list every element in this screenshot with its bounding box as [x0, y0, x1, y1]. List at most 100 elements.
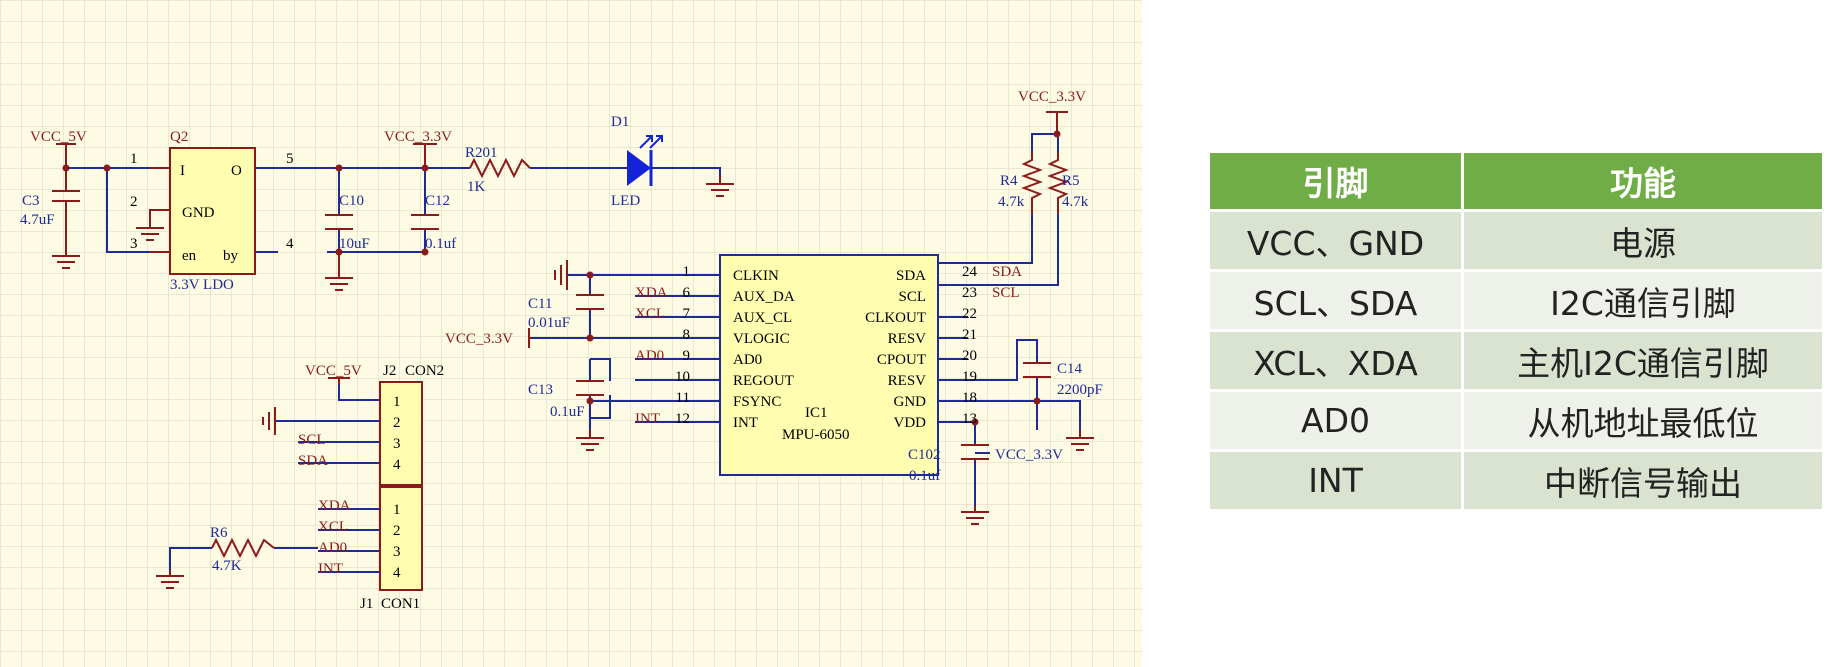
- r6-value: 4.7K: [212, 558, 242, 574]
- c14-value: 2200pF: [1057, 382, 1103, 398]
- ldo-pin-by: by: [223, 248, 239, 264]
- j1-pin-number: 4: [393, 565, 401, 581]
- ic1-pin-net-label: XDA: [635, 285, 668, 301]
- j2-net-label: SCL: [298, 432, 326, 448]
- c14-ref: C14: [1057, 361, 1083, 377]
- d1-ref: D1: [611, 114, 629, 130]
- ic1-pin-number: 23: [962, 285, 977, 301]
- ic1-pin-name: CLKIN: [733, 268, 779, 284]
- ic1-pin-name: AUX_DA: [733, 289, 795, 305]
- ic1-pin-name: SCL: [898, 289, 926, 305]
- r5-value: 4.7k: [1062, 194, 1089, 210]
- ic1-pin-net-label: XCL: [635, 306, 665, 322]
- table-row: VCC、GND 电源: [1210, 212, 1822, 269]
- ic1-pin-number: 20: [962, 348, 977, 364]
- net-label-vcc33-vdd: VCC_3.3V: [995, 447, 1063, 463]
- ldo-pin-i: I: [180, 163, 185, 179]
- pin-cell: INT: [1210, 452, 1461, 509]
- j1-net-label: XDA: [318, 498, 351, 514]
- ic1-pin-name: VDD: [894, 415, 927, 431]
- ic1-pin-net-label: SDA: [992, 264, 1022, 280]
- net-label-vcc33-ldo: VCC_3.3V: [384, 129, 452, 145]
- ic1-pin-number: 1: [683, 264, 691, 280]
- ic1-pin-name: INT: [733, 415, 758, 431]
- ic1-pin-net-label: SCL: [992, 285, 1020, 301]
- ldo-pin-en: en: [182, 248, 197, 264]
- ic1-pin-name: VLOGIC: [733, 331, 790, 347]
- ic1-pin-name: CPOUT: [877, 352, 926, 368]
- r4-value: 4.7k: [998, 194, 1025, 210]
- table-row: AD0 从机地址最低位: [1210, 392, 1822, 449]
- table-row: SCL、SDA I2C通信引脚: [1210, 272, 1822, 329]
- ldo-pin-num-5: 5: [286, 151, 294, 167]
- schematic-diagram: VCC_5V VCC_3.3V VCC_3.3V VCC_3.3V VCC_3.…: [0, 0, 1142, 667]
- ic1-pin-net-label: AD0: [635, 348, 664, 364]
- net-label-vcc33-vlogic: VCC_3.3V: [445, 331, 513, 347]
- ic1-pin-name: AD0: [733, 352, 762, 368]
- ic1-pin-number: 18: [962, 390, 977, 406]
- ic1-pin-number: 11: [676, 390, 690, 406]
- function-cell: I2C通信引脚: [1464, 272, 1822, 329]
- ldo-pin-gnd: GND: [182, 205, 215, 221]
- j1-ref: J1: [360, 596, 373, 612]
- header-pin: 引脚: [1210, 153, 1461, 209]
- ic1-pin-number: 24: [962, 264, 978, 280]
- c3-ref: C3: [22, 193, 40, 209]
- ic1-pin-number: 19: [962, 369, 977, 385]
- ic1-value: MPU-6050: [782, 427, 850, 443]
- net-label-vcc5-ldo: VCC_5V: [30, 129, 87, 145]
- j2-pin-number: 3: [393, 436, 401, 452]
- pin-function-table: 引脚 功能 VCC、GND 电源 SCL、SDA I2C通信引脚 XCL、XDA…: [1207, 150, 1825, 512]
- j1-value: CON1: [381, 596, 420, 612]
- ic1-pin-number: 6: [683, 285, 691, 301]
- j1-pin-number: 2: [393, 523, 401, 539]
- ldo-pin-num-3: 3: [130, 236, 138, 252]
- ldo-ref: Q2: [170, 129, 188, 145]
- ldo-pin-num-1: 1: [130, 151, 138, 167]
- j2-ref: J2: [383, 363, 396, 379]
- pin-cell: XCL、XDA: [1210, 332, 1461, 389]
- j1-pin-number: 3: [393, 544, 401, 560]
- ic1-pin-name: SDA: [896, 268, 926, 284]
- ic1-pin-number: 10: [675, 369, 690, 385]
- ic1-pin-net-label: INT: [635, 411, 660, 427]
- connector-j2-body: [379, 381, 423, 486]
- ic1-pin-number: 9: [683, 348, 691, 364]
- c13-ref: C13: [528, 382, 553, 398]
- function-cell: 电源: [1464, 212, 1822, 269]
- pin-cell: VCC、GND: [1210, 212, 1461, 269]
- function-cell: 主机I2C通信引脚: [1464, 332, 1822, 389]
- j1-net-label: INT: [318, 561, 343, 577]
- ic1-pin-number: 22: [962, 306, 977, 322]
- ldo-value: 3.3V LDO: [170, 277, 234, 293]
- table-row: XCL、XDA 主机I2C通信引脚: [1210, 332, 1822, 389]
- net-label-vcc5-j2: VCC_5V: [305, 363, 362, 379]
- net-label-vcc33-pullup: VCC_3.3V: [1018, 89, 1086, 105]
- c10-ref: C10: [339, 193, 364, 209]
- connector-j1-body: [379, 486, 423, 591]
- c13-value: 0.1uF: [550, 404, 585, 420]
- ic1-pin-name: RESV: [888, 373, 927, 389]
- c102-ref: C102: [908, 447, 941, 463]
- ic1-pin-name: AUX_CL: [733, 310, 792, 326]
- header-function: 功能: [1464, 153, 1822, 209]
- j2-pin-number: 1: [393, 394, 401, 410]
- j2-pin-number: 2: [393, 415, 401, 431]
- j2-pin-number: 4: [393, 457, 401, 473]
- ic1-pin-name: GND: [894, 394, 927, 410]
- ic1-pin-number: 8: [683, 327, 691, 343]
- j2-net-label: SDA: [298, 453, 328, 469]
- j1-net-label: AD0: [318, 540, 347, 556]
- c10-value: 10uF: [339, 236, 370, 252]
- c11-ref: C11: [528, 296, 552, 312]
- r6-ref: R6: [210, 525, 228, 541]
- c3-value: 4.7uF: [20, 212, 55, 228]
- j1-pin-number: 1: [393, 502, 401, 518]
- table-header-row: 引脚 功能: [1210, 153, 1822, 209]
- pin-cell: AD0: [1210, 392, 1461, 449]
- r201-ref: R201: [465, 145, 498, 161]
- ic1-pin-name: FSYNC: [733, 394, 781, 410]
- ic1-pin-number: 13: [962, 411, 977, 427]
- j2-value: CON2: [405, 363, 444, 379]
- function-cell: 中断信号输出: [1464, 452, 1822, 509]
